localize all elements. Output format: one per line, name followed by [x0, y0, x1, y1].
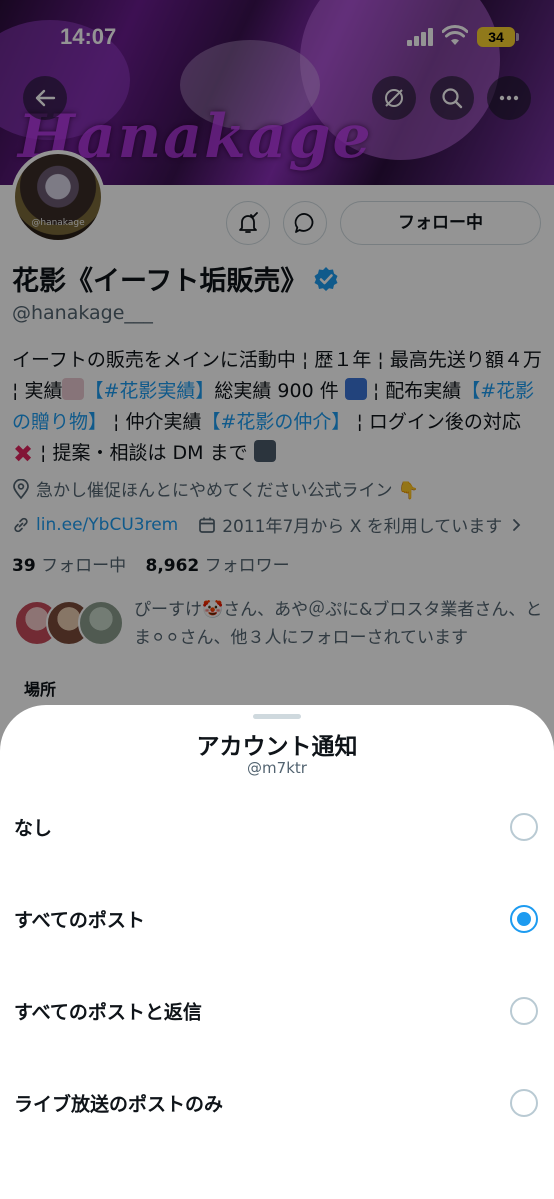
option-label: すべてのポストと返信: [14, 1001, 202, 1024]
radio-button[interactable]: [510, 905, 538, 933]
option-label: すべてのポスト: [14, 909, 145, 932]
option-all-posts[interactable]: すべてのポスト: [0, 873, 554, 965]
sheet-subtitle: @m7ktr: [247, 759, 307, 777]
radio-button[interactable]: [510, 1089, 538, 1117]
radio-button[interactable]: [510, 813, 538, 841]
sheet-grabber[interactable]: [253, 714, 301, 719]
option-label: なし: [14, 817, 53, 840]
option-label: ライブ放送のポストのみ: [14, 1093, 224, 1116]
option-none[interactable]: なし: [0, 781, 554, 873]
sheet-title: アカウント通知: [196, 734, 358, 760]
option-live-only[interactable]: ライブ放送のポストのみ: [0, 1057, 554, 1149]
radio-button[interactable]: [510, 997, 538, 1025]
option-posts-and-replies[interactable]: すべてのポストと返信: [0, 965, 554, 1057]
notification-settings-sheet: アカウント通知 @m7ktr なし すべてのポスト すべてのポストと返信 ライブ…: [0, 705, 554, 1199]
